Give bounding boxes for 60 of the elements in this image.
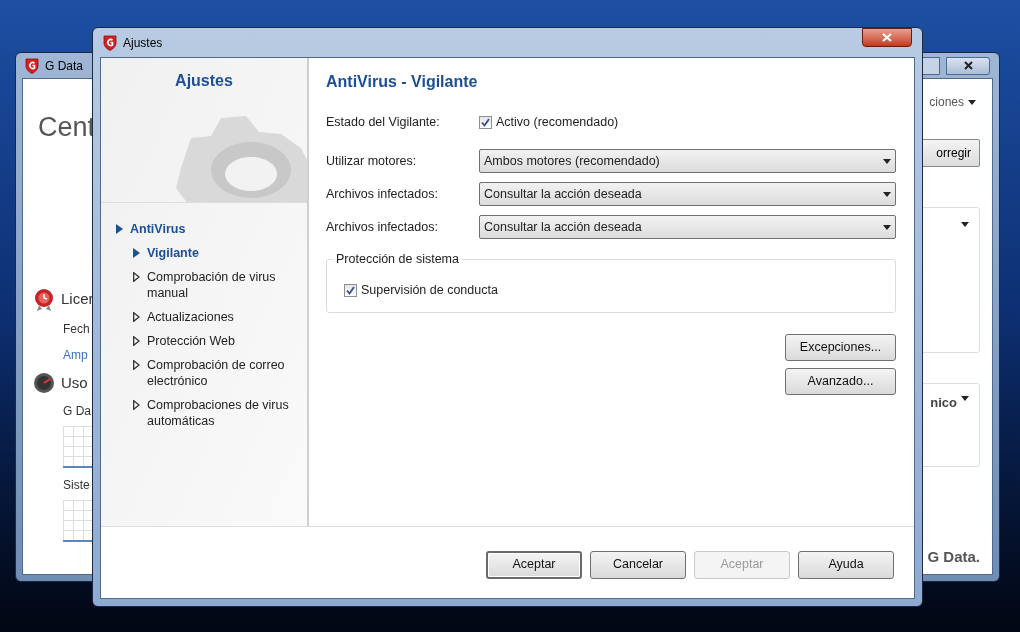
close-icon [882, 33, 892, 42]
dropdown-value: Consultar la acción deseada [484, 218, 642, 236]
triangle-icon [133, 272, 140, 282]
tree-item[interactable]: Comprobación de virus manual [147, 269, 297, 301]
brand-text: G Data. [927, 546, 980, 567]
caret-icon [961, 396, 969, 401]
gauge-icon [33, 371, 55, 394]
window-title: G Data [45, 57, 83, 75]
tree-item[interactable]: Protección Web [147, 333, 297, 349]
triangle-icon [133, 248, 140, 258]
field-label: Utilizar motores: [326, 152, 418, 170]
shield-icon [103, 34, 117, 51]
caret-icon [883, 224, 891, 230]
badge-icon [33, 287, 55, 312]
tree-item[interactable]: Actualizaciones [147, 309, 297, 325]
tree-item[interactable]: AntiVirus [130, 221, 280, 237]
triangle-icon [133, 400, 140, 410]
dropdown-value: Consultar la acción deseada [484, 185, 642, 203]
info-text: Fech [62, 320, 91, 338]
dropdown[interactable]: Consultar la acción deseada [479, 182, 896, 206]
dialog-button[interactable]: Excepciones... [785, 334, 896, 361]
page-heading: Cent [38, 111, 97, 144]
checkbox[interactable] [479, 115, 492, 129]
checkbox[interactable] [344, 284, 357, 297]
caret-icon [961, 222, 969, 227]
field-label: Archivos infectados: [326, 185, 439, 203]
shield-icon [25, 57, 39, 74]
dropdown[interactable]: Ambos motores (recomendado) [479, 149, 896, 173]
caret-icon [968, 99, 976, 105]
dialog-button[interactable]: Avanzado... [785, 368, 896, 395]
window-title: Ajustes [123, 34, 163, 52]
close-icon [963, 61, 973, 70]
checkbox-label[interactable]: Supervisión de conducta [361, 283, 498, 297]
tree-item[interactable]: Comprobaciones de virus automáticas [147, 397, 297, 429]
triangle-icon [133, 360, 140, 370]
caret-icon [883, 191, 891, 197]
dropdown-value: Ambos motores (recomendado) [484, 152, 660, 170]
dropdown[interactable]: Consultar la acción deseada [479, 215, 896, 239]
checkbox-label[interactable]: Activo (recomendado) [496, 112, 619, 132]
triangle-icon [116, 224, 123, 234]
tree-item[interactable]: Comprobación de correo electrónico [147, 357, 297, 389]
triangle-icon [133, 336, 140, 346]
close-button[interactable] [946, 56, 990, 75]
field-label: Archivos infectados: [326, 218, 439, 236]
dialog-button[interactable]: Aceptar [486, 550, 582, 579]
section-title: Uso [61, 372, 88, 393]
dialog-button[interactable]: Cancelar [590, 550, 686, 579]
graph-label: Siste [63, 477, 91, 494]
caret-icon [883, 158, 891, 164]
page-title: AntiVirus - Vigilante [326, 72, 479, 92]
tree-item[interactable]: Vigilante [147, 245, 297, 261]
graph-label: G Da [63, 403, 92, 420]
triangle-icon [133, 312, 140, 322]
field-label: Estado del Vigilante: [326, 113, 441, 131]
panel-dropdown[interactable]: nico [930, 396, 957, 410]
menu-link[interactable]: ciones [929, 93, 964, 111]
close-button[interactable] [862, 28, 912, 47]
sidebar-title: Ajustes [175, 71, 233, 91]
dialog-button[interactable]: Ayuda [798, 550, 894, 579]
section-title: Licer [61, 289, 94, 310]
